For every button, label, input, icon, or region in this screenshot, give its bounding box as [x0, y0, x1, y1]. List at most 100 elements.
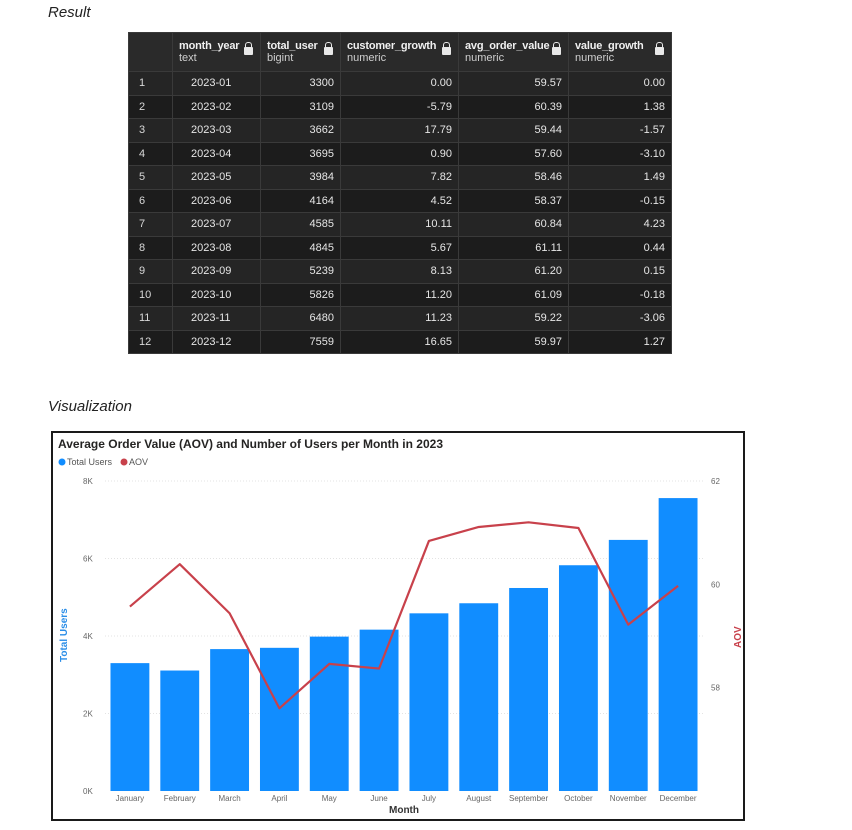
table-cell[interactable]: 58.46	[458, 165, 569, 190]
table-cell[interactable]: 59.97	[458, 329, 569, 354]
table-cell[interactable]: 6480	[260, 306, 341, 331]
table-row[interactable]: 2 2023-02 3109 -5.79 60.39 1.38	[128, 94, 672, 119]
table-cell[interactable]: 3662	[260, 118, 341, 143]
column-header[interactable]: avg_order_value numeric	[458, 32, 569, 72]
row-number[interactable]: 5	[128, 165, 173, 190]
table-cell[interactable]: 3300	[260, 71, 341, 96]
table-row[interactable]: 9 2023-09 5239 8.13 61.20 0.15	[128, 259, 672, 284]
row-number-header[interactable]	[128, 32, 173, 72]
row-number[interactable]: 11	[128, 306, 173, 331]
table-cell[interactable]: 59.44	[458, 118, 569, 143]
column-header[interactable]: value_growth numeric	[568, 32, 672, 72]
row-number[interactable]: 2	[128, 94, 173, 119]
table-row[interactable]: 12 2023-12 7559 16.65 59.97 1.27	[128, 329, 672, 354]
column-header[interactable]: customer_growth numeric	[340, 32, 459, 72]
table-cell[interactable]: -5.79	[340, 94, 459, 119]
table-cell[interactable]: 4.52	[340, 188, 459, 213]
table-cell[interactable]: 57.60	[458, 141, 569, 166]
y-tick-label: 0K	[83, 787, 93, 796]
table-cell[interactable]: 5.67	[340, 235, 459, 260]
table-cell[interactable]: -0.18	[568, 282, 672, 307]
table-cell[interactable]: -3.10	[568, 141, 672, 166]
table-cell[interactable]: 2023-08	[172, 235, 261, 260]
table-row[interactable]: 6 2023-06 4164 4.52 58.37 -0.15	[128, 188, 672, 213]
table-row[interactable]: 1 2023-01 3300 0.00 59.57 0.00	[128, 71, 672, 96]
table-cell[interactable]: -1.57	[568, 118, 672, 143]
y-axis-title: Total Users	[59, 608, 70, 662]
table-cell[interactable]: 0.15	[568, 259, 672, 284]
table-cell[interactable]: 1.49	[568, 165, 672, 190]
table-cell[interactable]: 4845	[260, 235, 341, 260]
table-cell[interactable]: 5239	[260, 259, 341, 284]
legend-marker-aov	[120, 458, 128, 466]
table-cell[interactable]: 2023-01	[172, 71, 261, 96]
table-cell[interactable]: 2023-02	[172, 94, 261, 119]
table-row[interactable]: 3 2023-03 3662 17.79 59.44 -1.57	[128, 118, 672, 143]
row-number[interactable]: 7	[128, 212, 173, 237]
table-cell[interactable]: 3109	[260, 94, 341, 119]
table-cell[interactable]: 0.00	[568, 71, 672, 96]
table-cell[interactable]: 2023-11	[172, 306, 261, 331]
table-cell[interactable]: 61.20	[458, 259, 569, 284]
table-cell[interactable]: 7559	[260, 329, 341, 354]
table-cell[interactable]: 11.23	[340, 306, 459, 331]
row-number[interactable]: 3	[128, 118, 173, 143]
table-cell[interactable]: 4.23	[568, 212, 672, 237]
table-cell[interactable]: 7.82	[340, 165, 459, 190]
table-cell[interactable]: 2023-06	[172, 188, 261, 213]
table-cell[interactable]: -3.06	[568, 306, 672, 331]
table-row[interactable]: 8 2023-08 4845 5.67 61.11 0.44	[128, 235, 672, 260]
table-cell[interactable]: 5826	[260, 282, 341, 307]
table-cell[interactable]: 2023-05	[172, 165, 261, 190]
row-number[interactable]: 6	[128, 188, 173, 213]
table-cell[interactable]: 11.20	[340, 282, 459, 307]
table-cell[interactable]: 0.00	[340, 71, 459, 96]
table-cell[interactable]: 0.44	[568, 235, 672, 260]
table-cell[interactable]: 58.37	[458, 188, 569, 213]
table-row[interactable]: 11 2023-11 6480 11.23 59.22 -3.06	[128, 306, 672, 331]
table-row[interactable]: 4 2023-04 3695 0.90 57.60 -3.10	[128, 141, 672, 166]
table-cell[interactable]: 17.79	[340, 118, 459, 143]
table-cell[interactable]: 2023-07	[172, 212, 261, 237]
y2-axis-title: AOV	[733, 626, 743, 648]
table-cell[interactable]: 1.27	[568, 329, 672, 354]
table-cell[interactable]: 60.39	[458, 94, 569, 119]
table-cell[interactable]: 59.22	[458, 306, 569, 331]
row-number[interactable]: 4	[128, 141, 173, 166]
row-number[interactable]: 8	[128, 235, 173, 260]
chart-title: Average Order Value (AOV) and Number of …	[58, 437, 443, 451]
table-cell[interactable]: 4585	[260, 212, 341, 237]
table-cell[interactable]: 3984	[260, 165, 341, 190]
table-row[interactable]: 10 2023-10 5826 11.20 61.09 -0.18	[128, 282, 672, 307]
table-cell[interactable]: 8.13	[340, 259, 459, 284]
table-cell[interactable]: 61.09	[458, 282, 569, 307]
bar-total-users	[160, 670, 200, 791]
table-cell[interactable]: 2023-03	[172, 118, 261, 143]
row-number[interactable]: 1	[128, 71, 173, 96]
column-header[interactable]: total_user bigint	[260, 32, 341, 72]
table-row[interactable]: 5 2023-05 3984 7.82 58.46 1.49	[128, 165, 672, 190]
table-cell[interactable]: 2023-04	[172, 141, 261, 166]
legend-label-aov: AOV	[129, 457, 148, 467]
table-cell[interactable]: 1.38	[568, 94, 672, 119]
table-cell[interactable]: 10.11	[340, 212, 459, 237]
row-number[interactable]: 9	[128, 259, 173, 284]
table-row[interactable]: 7 2023-07 4585 10.11 60.84 4.23	[128, 212, 672, 237]
table-cell[interactable]: 59.57	[458, 71, 569, 96]
table-cell[interactable]: 2023-12	[172, 329, 261, 354]
table-cell[interactable]: 61.11	[458, 235, 569, 260]
combo-chart: Average Order Value (AOV) and Number of …	[58, 437, 743, 816]
legend-marker-total-users	[58, 458, 66, 466]
table-cell[interactable]: 60.84	[458, 212, 569, 237]
row-number[interactable]: 10	[128, 282, 173, 307]
table-cell[interactable]: 16.65	[340, 329, 459, 354]
table-cell[interactable]: 3695	[260, 141, 341, 166]
table-cell[interactable]: 2023-10	[172, 282, 261, 307]
table-cell[interactable]: 4164	[260, 188, 341, 213]
chart-container: Average Order Value (AOV) and Number of …	[51, 431, 745, 821]
column-header[interactable]: month_year text	[172, 32, 261, 72]
table-cell[interactable]: 0.90	[340, 141, 459, 166]
row-number[interactable]: 12	[128, 329, 173, 354]
table-cell[interactable]: -0.15	[568, 188, 672, 213]
table-cell[interactable]: 2023-09	[172, 259, 261, 284]
